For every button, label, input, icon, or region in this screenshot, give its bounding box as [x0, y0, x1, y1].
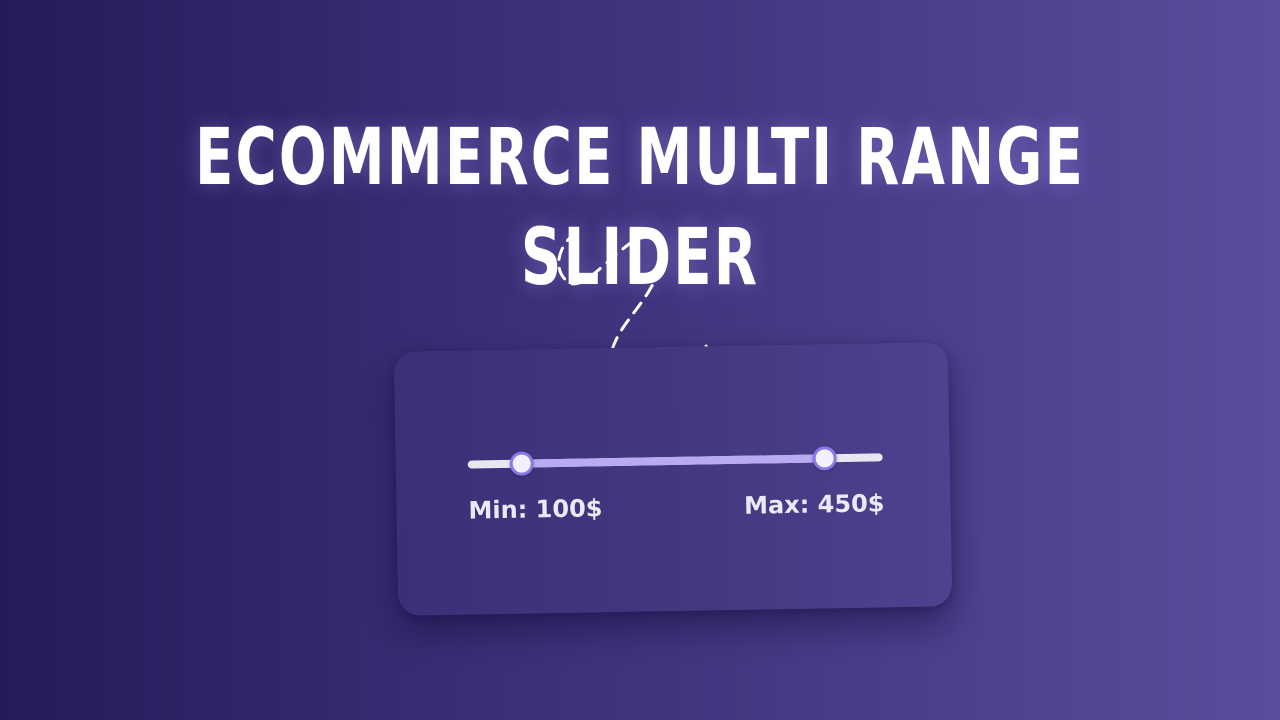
max-price-thumb[interactable] — [812, 446, 837, 471]
price-range-slider[interactable] — [467, 445, 883, 476]
max-price-label: Max: 450$ — [743, 489, 885, 520]
price-range-card: Min: 100$ Max: 450$ — [393, 342, 953, 616]
slider-selected-range — [521, 454, 825, 468]
min-price-label: Min: 100$ — [468, 494, 603, 525]
min-price-thumb[interactable] — [509, 451, 534, 476]
